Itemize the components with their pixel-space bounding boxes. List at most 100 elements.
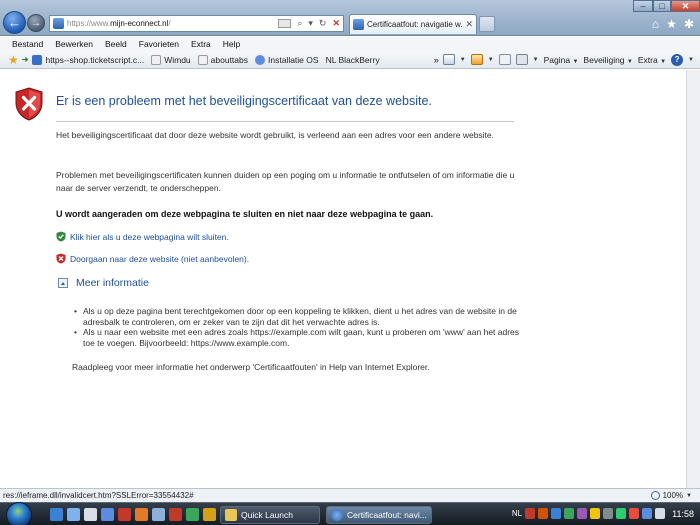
site-favicon-icon: [53, 18, 64, 29]
favorite-item-nl-blackberry[interactable]: NL BlackBerry: [326, 55, 380, 65]
close-page-link-label[interactable]: Klik hier als u deze webpagina wilt slui…: [70, 232, 229, 242]
search-icon[interactable]: ⌕: [294, 18, 305, 29]
tab-close-icon[interactable]: ✕: [463, 19, 473, 30]
favorite-item-abouttabs[interactable]: abouttabs: [197, 54, 248, 65]
browser-titlebar: ← → https://www.mijn-econnect.nl/ ⌕ ▾ ↻ …: [0, 0, 700, 36]
taskbar-quick-launch[interactable]: Quick Launch: [220, 506, 320, 524]
tools-menu-button[interactable]: Extra ▼: [638, 55, 666, 65]
menu-bar: Bestand Bewerken Beeld Favorieten Extra …: [0, 37, 700, 51]
tab-title: Certificaatfout: navigatie w...: [367, 20, 464, 29]
favorite-item-wimdu[interactable]: Wimdu: [151, 54, 191, 65]
tray-icon[interactable]: [538, 508, 549, 519]
tab-certificate-error[interactable]: Certificaatfout: navigatie w... ✕: [349, 14, 477, 34]
arrow-right-icon: →: [31, 17, 41, 29]
chevron-down-icon[interactable]: ▼: [688, 57, 694, 63]
taskbar-ie-window[interactable]: Certificaatfout: navi...: [326, 506, 432, 524]
app-icon[interactable]: [135, 508, 148, 521]
tools-gear-icon[interactable]: ✱: [684, 17, 694, 31]
error-description: Het beveiligingscertificaat dat door dez…: [56, 130, 495, 140]
collapse-arrow-icon[interactable]: [58, 278, 68, 288]
refresh-icon[interactable]: ↻: [316, 18, 330, 29]
red-shield-x-icon: [56, 253, 66, 264]
certificate-error-icon[interactable]: [278, 19, 292, 28]
menu-file[interactable]: Bestand: [12, 39, 43, 49]
help-advice-text: Raadpleeg voor meer informatie het onder…: [72, 362, 430, 372]
desktop-icon[interactable]: [84, 508, 97, 521]
chevron-down-icon[interactable]: ▼: [686, 493, 692, 499]
zoom-control[interactable]: 100% ▼: [650, 491, 692, 500]
tray-icon[interactable]: [551, 508, 562, 519]
add-favorite-icon[interactable]: ➜: [22, 55, 29, 64]
favorite-item-installatie-os[interactable]: Installatie OS: [255, 54, 319, 65]
stop-icon[interactable]: ✕: [329, 18, 343, 29]
tray-icon[interactable]: [564, 508, 575, 519]
browser-right-icons: ⌂ ★ ✱: [652, 17, 694, 31]
menu-favorites[interactable]: Favorieten: [139, 39, 179, 49]
feeds-icon[interactable]: [470, 54, 483, 65]
more-information-label[interactable]: Meer informatie: [76, 277, 149, 289]
favorites-star-icon[interactable]: ★: [8, 53, 19, 67]
close-page-link[interactable]: Klik hier als u deze webpagina wilt slui…: [56, 231, 229, 242]
close-window-button[interactable]: ✕: [671, 0, 700, 12]
status-text: res://ieframe.dll/invalidcert.htm?SSLErr…: [3, 491, 194, 500]
mail-icon[interactable]: [498, 54, 511, 65]
chevron-down-icon[interactable]: ▼: [533, 57, 539, 63]
continue-to-website-link[interactable]: Doorgaan naar deze website (niet aanbevo…: [56, 253, 249, 264]
app-icon[interactable]: [186, 508, 199, 521]
maximize-button[interactable]: □: [653, 0, 671, 12]
favorite-item-ticketscript[interactable]: https--shop.ticketscript.c...: [32, 54, 145, 65]
folder-icon[interactable]: [67, 508, 80, 521]
chevron-down-icon[interactable]: ▼: [488, 57, 494, 63]
tab-favicon-icon: [353, 19, 364, 30]
more-information-toggle[interactable]: Meer informatie: [58, 277, 149, 289]
menu-tools[interactable]: Extra: [191, 39, 211, 49]
menu-help[interactable]: Help: [223, 39, 240, 49]
address-url[interactable]: https://www.mijn-econnect.nl/: [67, 19, 278, 28]
tray-icon[interactable]: [590, 508, 601, 519]
address-bar[interactable]: https://www.mijn-econnect.nl/ ⌕ ▾ ↻ ✕: [49, 15, 344, 32]
tray-icon[interactable]: [577, 508, 588, 519]
new-tab-button[interactable]: [479, 16, 495, 32]
menu-edit[interactable]: Bewerken: [55, 39, 93, 49]
error-explanation: Problemen met beveiligingscertificaten k…: [56, 170, 515, 193]
favorites-star-icon[interactable]: ★: [666, 17, 677, 31]
tray-icon[interactable]: [603, 508, 614, 519]
app-icon[interactable]: [118, 508, 131, 521]
system-tray: NL 11:58: [510, 508, 694, 519]
minimize-button[interactable]: –: [633, 0, 653, 12]
favorite-label: abouttabs: [210, 54, 248, 65]
safety-menu-button[interactable]: Beveiliging ▼: [583, 55, 632, 65]
chevron-down-icon[interactable]: ▼: [460, 57, 466, 63]
app-icon[interactable]: [169, 508, 182, 521]
dropdown-chevron-icon[interactable]: ▾: [305, 18, 316, 29]
favorite-label: https--shop.ticketscript.c...: [45, 54, 145, 65]
media-icon[interactable]: [101, 508, 114, 521]
folder-icon: [225, 509, 237, 521]
clock[interactable]: 11:58: [672, 509, 694, 519]
favorite-label: Wimdu: [164, 54, 191, 65]
start-button[interactable]: [6, 502, 32, 525]
menu-view[interactable]: Beeld: [105, 39, 127, 49]
volume-icon[interactable]: [655, 508, 666, 519]
back-button[interactable]: ←: [3, 11, 26, 34]
ie-icon[interactable]: [50, 508, 63, 521]
divider: [56, 121, 514, 122]
error-heading: Er is een probleem met het beveiligingsc…: [56, 94, 432, 108]
help-icon[interactable]: ?: [671, 53, 684, 66]
home-icon[interactable]: [442, 54, 455, 65]
print-icon[interactable]: [515, 54, 528, 65]
favorites-more-chevron[interactable]: »: [434, 55, 439, 65]
language-indicator[interactable]: NL: [512, 509, 522, 518]
network-icon[interactable]: [642, 508, 653, 519]
tray-icon[interactable]: [629, 508, 640, 519]
app-icon[interactable]: [203, 508, 216, 521]
app-icon[interactable]: [152, 508, 165, 521]
vertical-scrollbar[interactable]: [686, 70, 700, 488]
continue-link-label[interactable]: Doorgaan naar deze website (niet aanbevo…: [70, 254, 249, 264]
page-menu-button[interactable]: Pagina ▼: [544, 55, 579, 65]
tray-icon[interactable]: [616, 508, 627, 519]
forward-button[interactable]: →: [27, 14, 45, 32]
command-bar: ▼ ▼ ▼ Pagina ▼ Beveiliging ▼ Extra ▼ ? ▼: [442, 53, 700, 66]
home-icon[interactable]: ⌂: [652, 17, 659, 31]
tray-icon[interactable]: [525, 508, 536, 519]
